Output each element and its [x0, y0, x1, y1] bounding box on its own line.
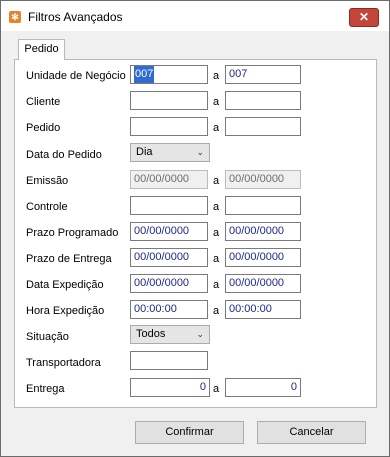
- label-entrega: Entrega: [26, 383, 65, 395]
- unidade-from-input[interactable]: 007: [130, 65, 208, 84]
- prazo-programado-from-input[interactable]: 00/00/0000: [130, 222, 208, 241]
- label-unidade-negocio: Unidade de Negócio: [26, 70, 126, 82]
- range-separator: a: [213, 279, 220, 291]
- dialog-window: ✻ Filtros Avançados ✕ Pedido Unidade de …: [0, 0, 390, 457]
- range-separator: a: [213, 253, 220, 265]
- prazo-programado-to-input[interactable]: 00/00/0000: [225, 222, 301, 241]
- range-separator: a: [213, 383, 220, 395]
- controle-from-input[interactable]: [130, 196, 208, 215]
- range-separator: a: [213, 70, 220, 82]
- transportadora-input[interactable]: [130, 351, 208, 370]
- pedido-to-input[interactable]: [225, 117, 301, 136]
- hora-expedicao-from-input[interactable]: 00:00:00: [130, 300, 208, 319]
- range-separator: a: [213, 175, 220, 187]
- prazo-entrega-from-input[interactable]: 00/00/0000: [130, 248, 208, 267]
- emissao-from-input: 00/00/0000: [130, 170, 208, 189]
- close-button[interactable]: ✕: [349, 8, 379, 27]
- tab-pedido[interactable]: Pedido: [18, 39, 65, 60]
- label-data-pedido: Data do Pedido: [26, 149, 102, 161]
- label-transportadora: Transportadora: [26, 357, 101, 369]
- label-pedido: Pedido: [26, 122, 61, 134]
- confirm-button[interactable]: Confirmar: [135, 421, 244, 444]
- chevron-down-icon: ⌄: [196, 147, 204, 157]
- range-separator: a: [213, 227, 220, 239]
- range-separator: a: [213, 96, 220, 108]
- hora-expedicao-to-input[interactable]: 00:00:00: [225, 300, 301, 319]
- controle-to-input[interactable]: [225, 196, 301, 215]
- range-separator: a: [213, 201, 220, 213]
- label-cliente: Cliente: [26, 96, 61, 108]
- app-icon: ✻: [9, 11, 21, 23]
- cliente-from-input[interactable]: [130, 91, 208, 110]
- label-hora-expedicao: Hora Expedição: [26, 305, 105, 317]
- data-expedicao-to-input[interactable]: 00/00/0000: [225, 274, 301, 293]
- prazo-entrega-to-input[interactable]: 00/00/0000: [225, 248, 301, 267]
- label-prazo-entrega: Prazo de Entrega: [26, 253, 112, 265]
- situacao-select[interactable]: Todos ⌄: [130, 325, 210, 344]
- label-emissao: Emissão: [26, 175, 69, 187]
- situacao-value: Todos: [136, 328, 166, 340]
- cancel-button[interactable]: Cancelar: [257, 421, 366, 444]
- emissao-to-input: 00/00/0000: [225, 170, 301, 189]
- label-situacao: Situação: [26, 331, 69, 343]
- chevron-down-icon: ⌄: [196, 329, 204, 339]
- label-controle: Controle: [26, 201, 68, 213]
- label-prazo-programado: Prazo Programado: [26, 227, 119, 239]
- label-data-expedicao: Data Expedição: [26, 279, 104, 291]
- cliente-to-input[interactable]: [225, 91, 301, 110]
- window-title: Filtros Avançados: [28, 10, 123, 24]
- entrega-to-input[interactable]: 0: [225, 378, 301, 397]
- range-separator: a: [213, 122, 220, 134]
- entrega-from-input[interactable]: 0: [130, 378, 210, 397]
- unidade-from-value: 007: [134, 66, 155, 83]
- pedido-from-input[interactable]: [130, 117, 208, 136]
- data-pedido-select[interactable]: Dia ⌄: [130, 143, 210, 162]
- range-separator: a: [213, 305, 220, 317]
- title-bar: ✻ Filtros Avançados ✕: [1, 1, 389, 31]
- data-pedido-value: Dia: [136, 146, 153, 158]
- unidade-to-input[interactable]: 007: [225, 65, 301, 84]
- data-expedicao-from-input[interactable]: 00/00/0000: [130, 274, 208, 293]
